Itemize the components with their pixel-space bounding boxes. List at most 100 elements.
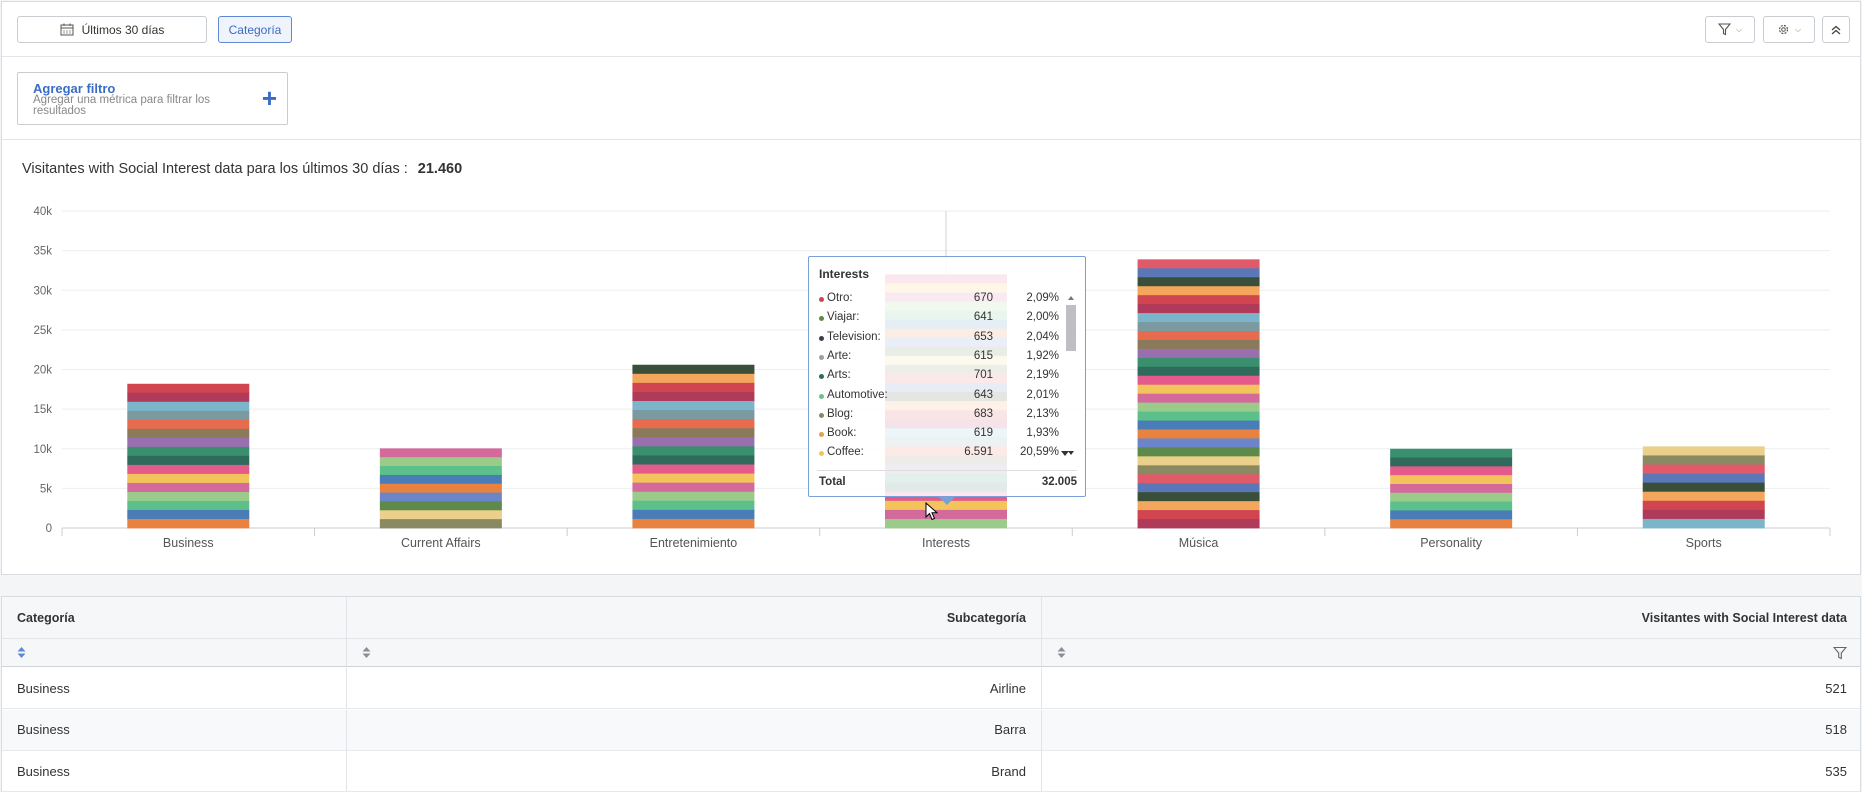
bar-segment[interactable] [1390,448,1513,458]
bar-segment[interactable] [1137,465,1260,475]
settings-dropdown-button[interactable]: ⌵ [1763,16,1815,43]
bar-segment[interactable] [127,491,250,502]
bar-segment[interactable] [127,464,250,475]
bar-segment[interactable] [1390,519,1513,529]
bar-segment[interactable] [379,457,502,467]
sort-control-visitors[interactable] [1042,639,1862,666]
bar-segment[interactable] [1137,447,1260,457]
bar-segment[interactable] [127,518,250,529]
bar-segment[interactable] [1137,474,1260,484]
column-header-subcategory[interactable]: Subcategoría [347,597,1042,638]
add-filter-button[interactable]: Agregar filtro Agregar una métrica para … [17,72,288,125]
bar-segment[interactable] [1137,313,1260,323]
table-row[interactable]: Business Brand 535 [2,751,1860,792]
bar-segment[interactable] [127,473,250,484]
bar-segment[interactable] [127,482,250,493]
bar-segment[interactable] [127,428,250,439]
bar-segment[interactable] [1642,473,1765,484]
bar-segment[interactable] [632,391,755,402]
bar-segment[interactable] [1137,483,1260,493]
bar-segment[interactable] [1390,475,1513,485]
bar-segment[interactable] [1137,330,1260,341]
bar-segment[interactable] [1137,411,1260,421]
bar-segment[interactable] [127,383,250,394]
bar-segment[interactable] [127,455,250,466]
bar-segment[interactable] [1137,295,1260,305]
bar-segment[interactable] [1390,510,1513,520]
bar-segment[interactable] [379,483,502,494]
bar-segment[interactable] [1137,366,1260,377]
bar-segment[interactable] [1137,393,1260,404]
bar-segment[interactable] [127,410,250,421]
bar-segment[interactable] [1137,268,1260,278]
bar-segment[interactable] [1390,492,1513,502]
column-header-category[interactable]: Categoría [2,597,347,638]
bar-segment[interactable] [379,492,502,502]
bar-segment[interactable] [632,437,755,447]
bar-segment[interactable] [1137,304,1260,314]
bar-segment[interactable] [379,501,502,511]
bar-segment[interactable] [1390,457,1513,467]
bar-segment[interactable] [632,482,755,493]
bar-segment[interactable] [1390,483,1513,494]
bar-segment[interactable] [1642,455,1765,465]
bar-segment[interactable] [379,448,502,458]
column-header-visitors[interactable]: Visitantes with Social Interest data [1042,597,1862,638]
scrollbar-thumb[interactable] [1066,305,1076,351]
bar-segment[interactable] [1642,509,1765,520]
bar-segment[interactable] [1642,446,1765,456]
sort-control-subcategory[interactable] [347,639,1042,666]
bar-segment[interactable] [379,466,502,476]
bar-segment[interactable] [1137,339,1260,350]
bar-segment[interactable] [632,500,755,511]
bar-segment[interactable] [127,509,250,520]
bar-segment[interactable] [1642,482,1765,493]
bar-segment[interactable] [1642,500,1765,511]
bar-segment[interactable] [1137,286,1260,296]
bar-segment[interactable] [632,518,755,529]
bar-segment[interactable] [1642,491,1765,502]
bar-segment[interactable] [1390,466,1513,476]
bar-segment[interactable] [632,382,755,393]
tooltip-scrollbar[interactable] [1065,292,1077,457]
bar-segment[interactable] [632,446,755,456]
bar-segment[interactable] [1137,519,1260,529]
bar-segment[interactable] [1137,348,1260,359]
bar-segment[interactable] [885,509,1007,520]
bar-segment[interactable] [632,509,755,520]
table-row[interactable]: Business Barra 518 [2,709,1860,751]
bar-segment[interactable] [632,473,755,484]
bar-segment[interactable] [379,519,502,529]
bar-segment[interactable] [127,401,250,412]
bar-segment[interactable] [632,491,755,502]
bar-segment[interactable] [632,419,755,429]
bar-segment[interactable] [127,419,250,430]
bar-segment[interactable] [1137,357,1260,368]
bar-segment[interactable] [632,373,755,384]
bar-segment[interactable] [1137,438,1260,448]
bar-segment[interactable] [632,428,755,438]
bar-segment[interactable] [379,474,502,485]
filter-dropdown-button[interactable]: ⌵ [1705,16,1755,43]
bar-segment[interactable] [379,510,502,520]
bar-segment[interactable] [1642,518,1765,529]
bar-segment[interactable] [632,410,755,420]
bar-segment[interactable] [1137,384,1260,395]
bar-segment[interactable] [1137,375,1260,386]
bar-segment[interactable] [885,518,1007,529]
bar-segment[interactable] [632,464,755,474]
bar-segment[interactable] [1137,456,1260,466]
bar-segment[interactable] [632,401,755,411]
bar-segment[interactable] [1390,501,1513,511]
bar-segment[interactable] [1137,322,1260,332]
bar-segment[interactable] [127,500,250,511]
bar-segment[interactable] [1137,402,1260,412]
table-row[interactable]: Business Airline 521 [2,668,1860,709]
bar-segment[interactable] [127,392,250,403]
bar-segment[interactable] [632,455,755,465]
bar-segment[interactable] [127,437,250,448]
bar-segment[interactable] [1137,259,1260,269]
bar-segment[interactable] [1137,492,1260,502]
bar-segment[interactable] [1137,420,1260,430]
sort-control-category[interactable] [2,639,347,666]
